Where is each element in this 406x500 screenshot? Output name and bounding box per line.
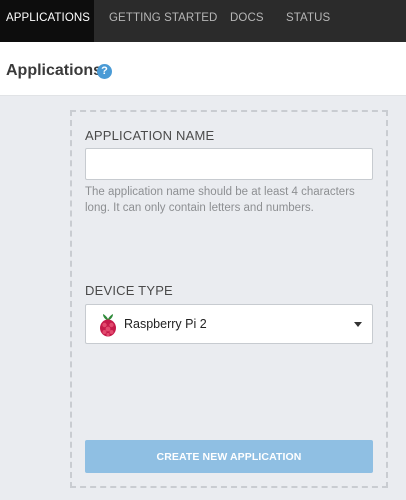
page-header: Applications ? [0, 42, 406, 96]
device-type-label: DEVICE TYPE [85, 283, 173, 298]
application-name-help-text: The application name should be at least … [85, 186, 355, 214]
nav-item-docs[interactable]: DOCS [230, 0, 264, 42]
device-type-select[interactable]: Raspberry Pi 2 [85, 304, 373, 344]
create-application-button[interactable]: CREATE NEW APPLICATION [85, 440, 373, 473]
application-name-label: APPLICATION NAME [85, 128, 215, 143]
raspberry-pi-icon [100, 314, 116, 337]
chevron-down-icon [354, 322, 362, 327]
nav-item-applications[interactable]: APPLICATIONS [0, 0, 94, 42]
nav-item-getting-started[interactable]: GETTING STARTED [109, 0, 217, 42]
top-nav: APPLICATIONS GETTING STARTED DOCS STATUS [0, 0, 406, 42]
help-icon[interactable]: ? [97, 64, 112, 79]
device-type-value: Raspberry Pi 2 [124, 317, 207, 331]
page-title: Applications [6, 62, 103, 79]
nav-item-status[interactable]: STATUS [286, 0, 330, 42]
application-name-input[interactable] [85, 148, 373, 180]
